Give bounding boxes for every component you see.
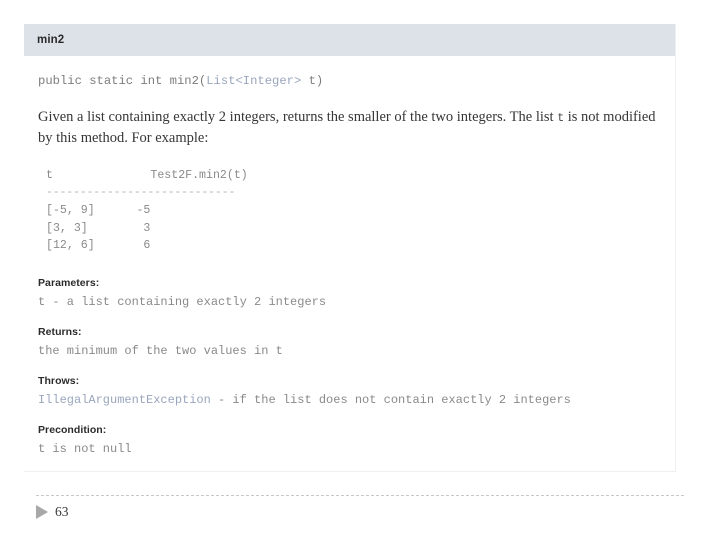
section-throws: Throws: IllegalArgumentException - if th…: [38, 375, 661, 407]
returns-label: Returns:: [38, 325, 82, 338]
throws-label: Throws:: [38, 374, 80, 387]
method-name-title: min2: [37, 34, 65, 46]
example-table-separator: ----------------------------: [46, 186, 236, 200]
example-table-row: [12, 6] 6: [46, 239, 151, 253]
returns-value: the minimum of the two values in t: [38, 343, 283, 358]
page-number: 63: [55, 504, 69, 519]
parameters-value: t - a list containing exactly 2 integers: [38, 294, 327, 309]
javadoc-body: public static int min2(List<Integer> t) …: [24, 56, 675, 456]
type-link-list-integer[interactable]: List<Integer>: [206, 74, 301, 88]
throws-condition-text: - if the list does not contain exactly 2…: [210, 392, 571, 407]
parameters-label: Parameters:: [38, 276, 100, 289]
example-table-row: [3, 3] 3: [46, 221, 151, 235]
throws-value: IllegalArgumentException - if the list d…: [38, 393, 661, 407]
play-triangle-icon[interactable]: [36, 505, 48, 519]
section-returns: Returns: the minimum of the two values i…: [38, 326, 661, 358]
precondition-value: t is not null: [38, 441, 132, 456]
example-table: t Test2F.min2(t) -----------------------…: [46, 167, 661, 255]
method-signature: public static int min2(List<Integer> t): [38, 74, 661, 89]
exception-link-illegalargumentexception[interactable]: IllegalArgumentException: [38, 393, 211, 407]
description-part1: Given a list containing exactly 2 intege…: [38, 108, 558, 125]
method-description: Given a list containing exactly 2 intege…: [38, 107, 661, 149]
javadoc-panel: min2 public static int min2(List<Integer…: [24, 24, 676, 472]
example-table-row: [-5, 9] -5: [46, 203, 151, 217]
footer-divider: [36, 495, 684, 496]
precondition-label: Precondition:: [38, 423, 107, 436]
signature-suffix: t): [301, 74, 324, 88]
signature-prefix: public static int min2(: [38, 74, 207, 88]
slide-footer: 63: [36, 495, 684, 535]
section-parameters: Parameters: t - a list containing exactl…: [38, 277, 661, 309]
section-precondition: Precondition: t is not null: [38, 424, 661, 456]
method-header-bar: min2: [24, 24, 675, 56]
example-table-header: t Test2F.min2(t): [46, 168, 248, 182]
